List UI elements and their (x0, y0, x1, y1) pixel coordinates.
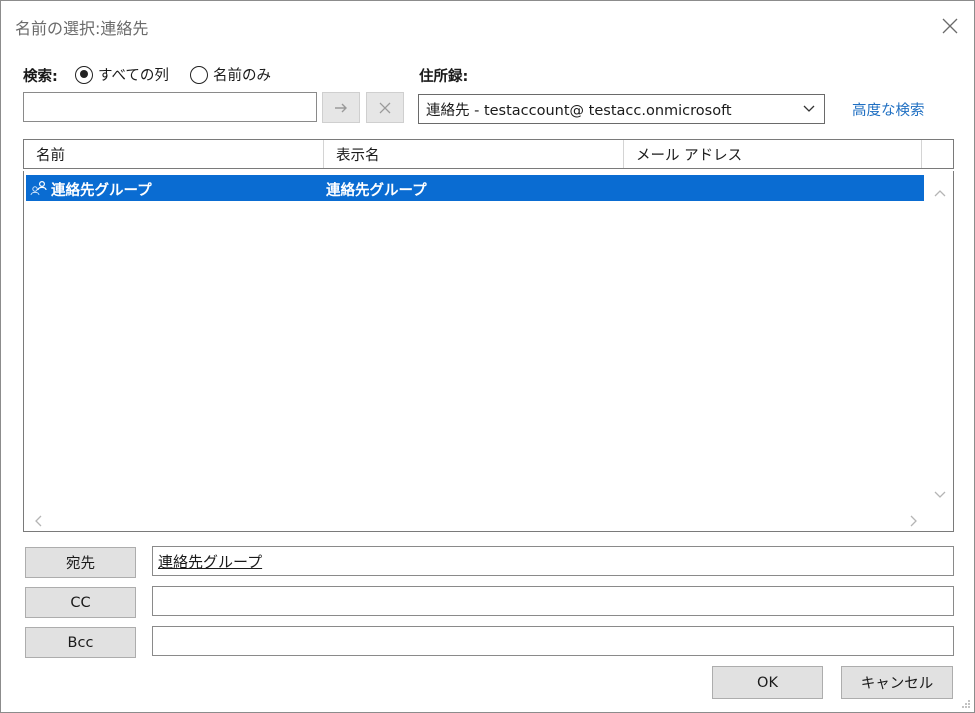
search-name-only-label: 名前のみ (213, 68, 271, 84)
to-button[interactable]: 宛先 (25, 547, 136, 578)
search-go-button[interactable] (322, 92, 360, 123)
row-display-name-cell: 連絡先グループ (326, 183, 427, 199)
title-bar: 名前の選択:連絡先 (1, 1, 974, 51)
address-book-selected: 連絡先 - testaccount@ testacc.onmicrosoft (426, 102, 732, 119)
cc-field[interactable] (152, 586, 954, 616)
bcc-field[interactable] (152, 626, 954, 656)
close-button[interactable] (935, 11, 965, 41)
vertical-scrollbar[interactable] (926, 173, 952, 513)
advanced-search-link[interactable]: 高度な検索 (852, 99, 925, 120)
select-names-dialog: 名前の選択:連絡先 検索: すべての列 名前のみ 住所録: 連絡先 - test… (0, 0, 975, 713)
bcc-button[interactable]: Bcc (25, 627, 136, 658)
chevron-up-icon[interactable] (934, 189, 946, 197)
window-title: 名前の選択:連絡先 (15, 19, 149, 38)
arrow-right-icon (335, 103, 347, 112)
chevron-left-icon[interactable] (34, 515, 42, 527)
to-field[interactable]: 連絡先グループ (152, 546, 954, 576)
table-row[interactable]: 連絡先グループ 連絡先グループ (26, 175, 924, 201)
chevron-down-icon[interactable] (934, 491, 946, 499)
search-name-only-radio[interactable]: 名前のみ (190, 64, 271, 85)
resize-grip-icon[interactable] (959, 698, 971, 710)
contact-list: 連絡先グループ 連絡先グループ (23, 171, 954, 532)
search-all-columns-label: すべての列 (98, 68, 169, 84)
ok-button[interactable]: OK (712, 666, 823, 699)
close-icon (942, 18, 958, 34)
cc-button[interactable]: CC (25, 587, 136, 618)
list-header: 名前 表示名 メール アドレス (23, 139, 954, 169)
row-name-cell: 連絡先グループ (51, 183, 152, 199)
horizontal-scrollbar[interactable] (26, 511, 926, 529)
column-header-display-name[interactable]: 表示名 (324, 140, 624, 168)
chevron-down-icon (803, 105, 815, 112)
search-all-columns-radio[interactable]: すべての列 (75, 64, 169, 85)
contact-group-icon (30, 180, 47, 196)
column-header-name[interactable]: 名前 (24, 140, 324, 168)
radio-unselected-icon (190, 65, 208, 84)
address-book-dropdown[interactable]: 連絡先 - testaccount@ testacc.onmicrosoft (418, 94, 825, 124)
column-header-email[interactable]: メール アドレス (624, 140, 922, 168)
to-recipient[interactable]: 連絡先グループ (158, 551, 262, 572)
chevron-right-icon[interactable] (910, 515, 918, 527)
close-icon (379, 102, 391, 113)
cancel-button[interactable]: キャンセル (841, 666, 953, 699)
address-book-label: 住所録: (419, 69, 469, 85)
radio-selected-icon (75, 65, 93, 84)
search-clear-button[interactable] (366, 92, 404, 123)
search-label: 検索: (23, 69, 58, 85)
search-input[interactable] (23, 92, 317, 122)
